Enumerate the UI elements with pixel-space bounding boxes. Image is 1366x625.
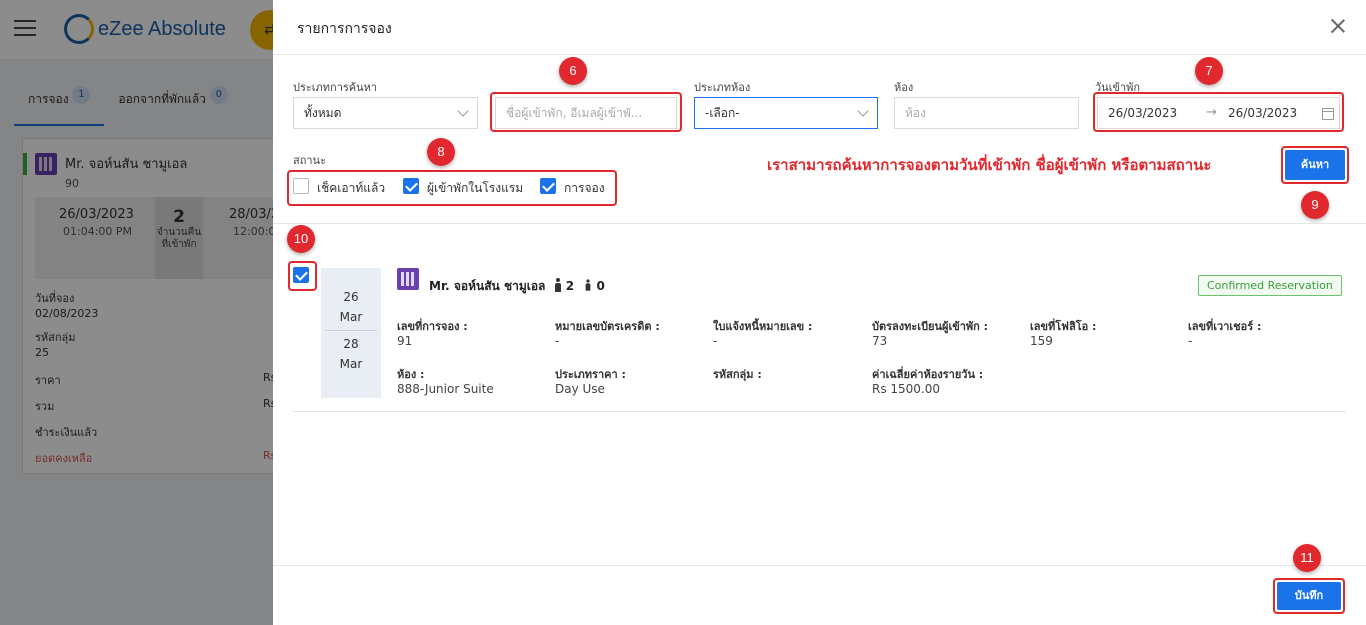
status-badge: Confirmed Reservation <box>1198 275 1342 296</box>
drawer-header: รายการการจอง <box>273 0 1366 55</box>
filter-divider <box>273 223 1366 224</box>
field-value: Rs 1500.00 <box>872 382 941 396</box>
chevron-down-icon <box>457 105 469 117</box>
child-count: 0 <box>596 279 605 293</box>
step-badge-7: 7 <box>1195 57 1223 85</box>
field-value: - <box>555 334 560 348</box>
field-value: - <box>1188 334 1193 348</box>
reservation-guest-name: Mr. จอห์นสัน ชามูเอล <box>429 279 546 293</box>
departure-month: Mar <box>339 357 363 371</box>
field-label: หมายเลขบัตรเครดิต : <box>555 320 660 333</box>
field-label: ใบแจ้งหนี้หมายเลข : <box>713 320 813 333</box>
date-separator <box>325 330 377 331</box>
arrival-day: 26 <box>343 290 359 304</box>
highlight-row-checkbox <box>288 261 317 291</box>
search-type-select[interactable]: ทั้งหมด <box>293 97 478 129</box>
search-type-label: ประเภทการค้นหา <box>293 81 378 94</box>
drawer-title: รายการการจอง <box>297 21 392 37</box>
annotation-text: เราสามารถค้นหาการจองตามวันที่เข้าพัก ชื่… <box>767 156 1212 174</box>
field-label: เลขที่การจอง : <box>397 320 468 333</box>
field-label: ประเภทราคา : <box>555 368 626 381</box>
step-badge-11: 11 <box>1293 544 1321 572</box>
field-label: ห้อง : <box>397 368 425 381</box>
field-label: เลขที่เวาเชอร์ : <box>1188 320 1262 333</box>
adult-count: 2 <box>565 279 575 293</box>
highlight-save-button <box>1273 578 1345 614</box>
highlight-guest-search <box>490 92 682 132</box>
field-value: 888-Junior Suite <box>397 382 494 396</box>
reservation-list-drawer: รายการการจอง ประเภทการค้นหา ทั้งหมด ชื่อ… <box>273 0 1366 625</box>
room-input[interactable]: ห้อง <box>894 97 1079 129</box>
highlight-status <box>287 170 617 206</box>
field-value: Day Use <box>555 382 605 396</box>
field-value: 91 <box>397 334 413 348</box>
step-badge-9: 9 <box>1301 191 1329 219</box>
status-label: สถานะ <box>293 154 326 167</box>
field-value: - <box>713 334 718 348</box>
highlight-date-range <box>1093 92 1344 132</box>
search-type-value: ทั้งหมด <box>304 106 342 120</box>
chevron-down-icon <box>857 105 869 117</box>
arrival-month: Mar <box>339 310 363 324</box>
room-label: ห้อง <box>894 81 914 94</box>
close-icon[interactable] <box>1330 18 1346 34</box>
footer-divider <box>273 565 1366 566</box>
field-value: 159 <box>1030 334 1053 348</box>
field-label: เลขที่โฟลิโอ : <box>1030 320 1097 333</box>
room-type-select[interactable]: -เลือก- <box>694 97 878 129</box>
highlight-search-button <box>1281 146 1349 184</box>
row-divider <box>293 411 1346 412</box>
step-badge-8: 8 <box>427 138 455 166</box>
child-icon <box>585 279 591 291</box>
field-value: 73 <box>872 334 888 348</box>
field-label: ค่าเฉลี่ยค่าห้องรายวัน : <box>872 368 984 381</box>
step-badge-6: 6 <box>559 57 587 85</box>
reservation-guest-info: Mr. จอห์นสัน ชามูเอล 2 0 <box>429 277 605 296</box>
step-badge-10: 10 <box>287 225 315 253</box>
room-type-value: -เลือก- <box>705 106 740 120</box>
reservation-date-column: 26 Mar 28 Mar <box>321 268 381 398</box>
field-label: บัตรลงทะเบียนผู้เข้าพัก : <box>872 320 989 333</box>
adult-icon <box>554 278 562 292</box>
field-label: รหัสกลุ่ม : <box>713 368 762 381</box>
room-type-label: ประเภทห้อง <box>694 81 751 94</box>
building-icon <box>397 268 419 290</box>
departure-day: 28 <box>343 337 359 351</box>
